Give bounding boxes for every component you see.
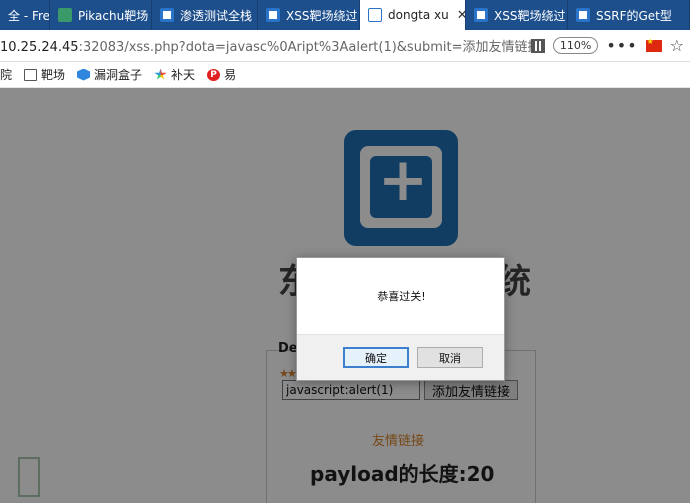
pikachu-favicon-icon xyxy=(58,8,72,22)
tab-label: SSRF的Get型 xyxy=(596,8,672,23)
tab-label: 全 - Fre xyxy=(8,8,50,23)
page-favicon-icon xyxy=(266,8,280,22)
alert-dialog: 恭喜过关! 确定 取消 xyxy=(296,257,505,381)
folder-icon xyxy=(24,68,38,81)
bookmarks-bar: 院 靶场 漏洞盒子 补天 P 易 xyxy=(0,62,690,88)
qr-code-icon[interactable] xyxy=(530,38,545,53)
url-path: :32083/xss.php?dota=javasc%0Aript%3Aaler… xyxy=(78,40,531,55)
tab-label: 渗透测试全栈 xyxy=(180,8,253,23)
bookmark-item[interactable]: 院 xyxy=(0,66,12,83)
address-bar: 10.25.24.45:32083/xss.php?dota=javasc%0A… xyxy=(0,30,690,62)
colorful-star-icon xyxy=(154,68,167,80)
tab-label: Pikachu靶场 xyxy=(78,8,149,23)
dialog-message: 恭喜过关! xyxy=(377,290,426,303)
hexagon-icon xyxy=(77,68,91,81)
bookmark-item[interactable]: P 易 xyxy=(207,66,236,83)
page-favicon-icon xyxy=(474,8,488,22)
cancel-button[interactable]: 取消 xyxy=(417,347,483,368)
bookmark-label: 补天 xyxy=(171,68,196,82)
tab-4-active[interactable]: dongta xu ✕ xyxy=(360,0,466,30)
ok-button[interactable]: 确定 xyxy=(343,347,409,368)
dialog-footer: 确定 取消 xyxy=(297,334,504,380)
tab-5[interactable]: XSS靶场绕过 xyxy=(466,0,568,30)
tab-label: XSS靶场绕过 xyxy=(286,8,358,23)
page-favicon-icon xyxy=(160,8,174,22)
zoom-level[interactable]: 110% xyxy=(552,37,599,54)
bookmark-item[interactable]: 补天 xyxy=(154,66,195,83)
tab-1[interactable]: Pikachu靶场 xyxy=(50,0,152,30)
bookmark-item[interactable]: 靶场 xyxy=(24,66,65,83)
more-menu-icon[interactable]: ••• xyxy=(606,36,637,55)
bookmark-label: 靶场 xyxy=(41,68,66,82)
tab-strip: 全 - Fre Pikachu靶场 渗透测试全栈 XSS靶场绕过 dongta … xyxy=(0,0,690,30)
url-host: 10.25.24.45 xyxy=(0,40,79,55)
china-flag-icon[interactable] xyxy=(645,37,662,52)
tab-6[interactable]: SSRF的Get型 xyxy=(568,0,690,30)
bookmark-item[interactable]: 漏洞盒子 xyxy=(77,66,142,83)
tab-label: XSS靶场绕过 xyxy=(494,8,566,23)
tab-3[interactable]: XSS靶场绕过 xyxy=(258,0,360,30)
bookmark-label: 易 xyxy=(224,68,237,82)
bookmark-label: 院 xyxy=(0,68,13,82)
p-logo-icon: P xyxy=(207,68,221,81)
page-favicon-icon xyxy=(576,8,590,22)
close-tab-icon[interactable]: ✕ xyxy=(457,8,465,23)
tab-0[interactable]: 全 - Fre xyxy=(0,0,50,30)
url-field[interactable]: 10.25.24.45:32083/xss.php?dota=javasc%0A… xyxy=(0,36,531,55)
bookmark-label: 漏洞盒子 xyxy=(94,68,143,82)
bookmark-star-icon[interactable]: ☆ xyxy=(670,36,684,55)
tab-label: dongta xu xyxy=(388,8,449,22)
document-favicon-icon xyxy=(368,8,382,22)
tab-2[interactable]: 渗透测试全栈 xyxy=(152,0,258,30)
